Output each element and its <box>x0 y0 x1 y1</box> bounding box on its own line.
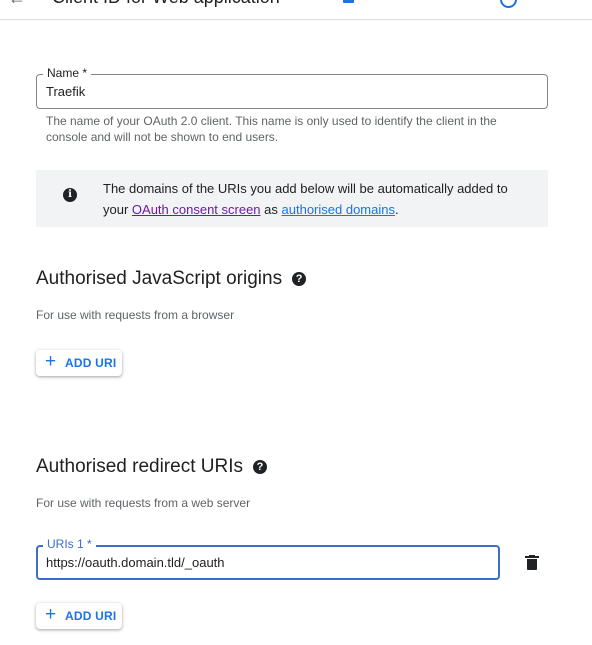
info-notice: i The domains of the URIs you add below … <box>36 170 548 227</box>
notice-text: The domains of the URIs you add below wi… <box>103 181 508 217</box>
redirect-uris-heading: Authorised redirect URIs? <box>36 456 267 478</box>
add-js-origin-uri-button[interactable]: + ADD URI <box>36 350 122 376</box>
plus-icon: + <box>45 351 57 372</box>
js-origins-help-icon[interactable]: ? <box>292 272 307 286</box>
redirect-uris-help-icon[interactable]: ? <box>252 460 267 474</box>
add-redirect-uri-button[interactable]: + ADD URI <box>36 603 122 629</box>
add-uri-label: ADD URI <box>65 356 117 370</box>
name-field-hint: The name of your OAuth 2.0 client. This … <box>46 114 497 144</box>
name-field[interactable]: Name * <box>36 66 548 109</box>
delete-icon[interactable] <box>343 0 354 3</box>
info-icon: i <box>63 188 77 202</box>
authorised-domains-link[interactable]: authorised domains <box>282 202 395 217</box>
add-uri-label: ADD URI <box>65 609 117 623</box>
page-title: Client ID for Web application <box>52 0 280 8</box>
oauth-consent-screen-link[interactable]: OAuth consent screen <box>132 202 261 217</box>
plus-icon: + <box>45 604 57 625</box>
back-arrow-icon[interactable]: ← <box>8 0 26 9</box>
redirect-uri-input[interactable] <box>46 547 486 578</box>
help-icon[interactable] <box>500 0 517 8</box>
redirect-uris-description: For use with requests from a web server <box>36 496 251 510</box>
delete-uri-icon[interactable] <box>524 555 540 573</box>
js-origins-heading: Authorised JavaScript origins? <box>36 268 307 290</box>
name-input[interactable] <box>46 75 536 108</box>
redirect-uri-field[interactable]: URIs 1 * <box>36 537 500 580</box>
js-origins-description: For use with requests from a browser <box>36 308 235 322</box>
top-app-bar: ← Client ID for Web application <box>0 0 592 20</box>
